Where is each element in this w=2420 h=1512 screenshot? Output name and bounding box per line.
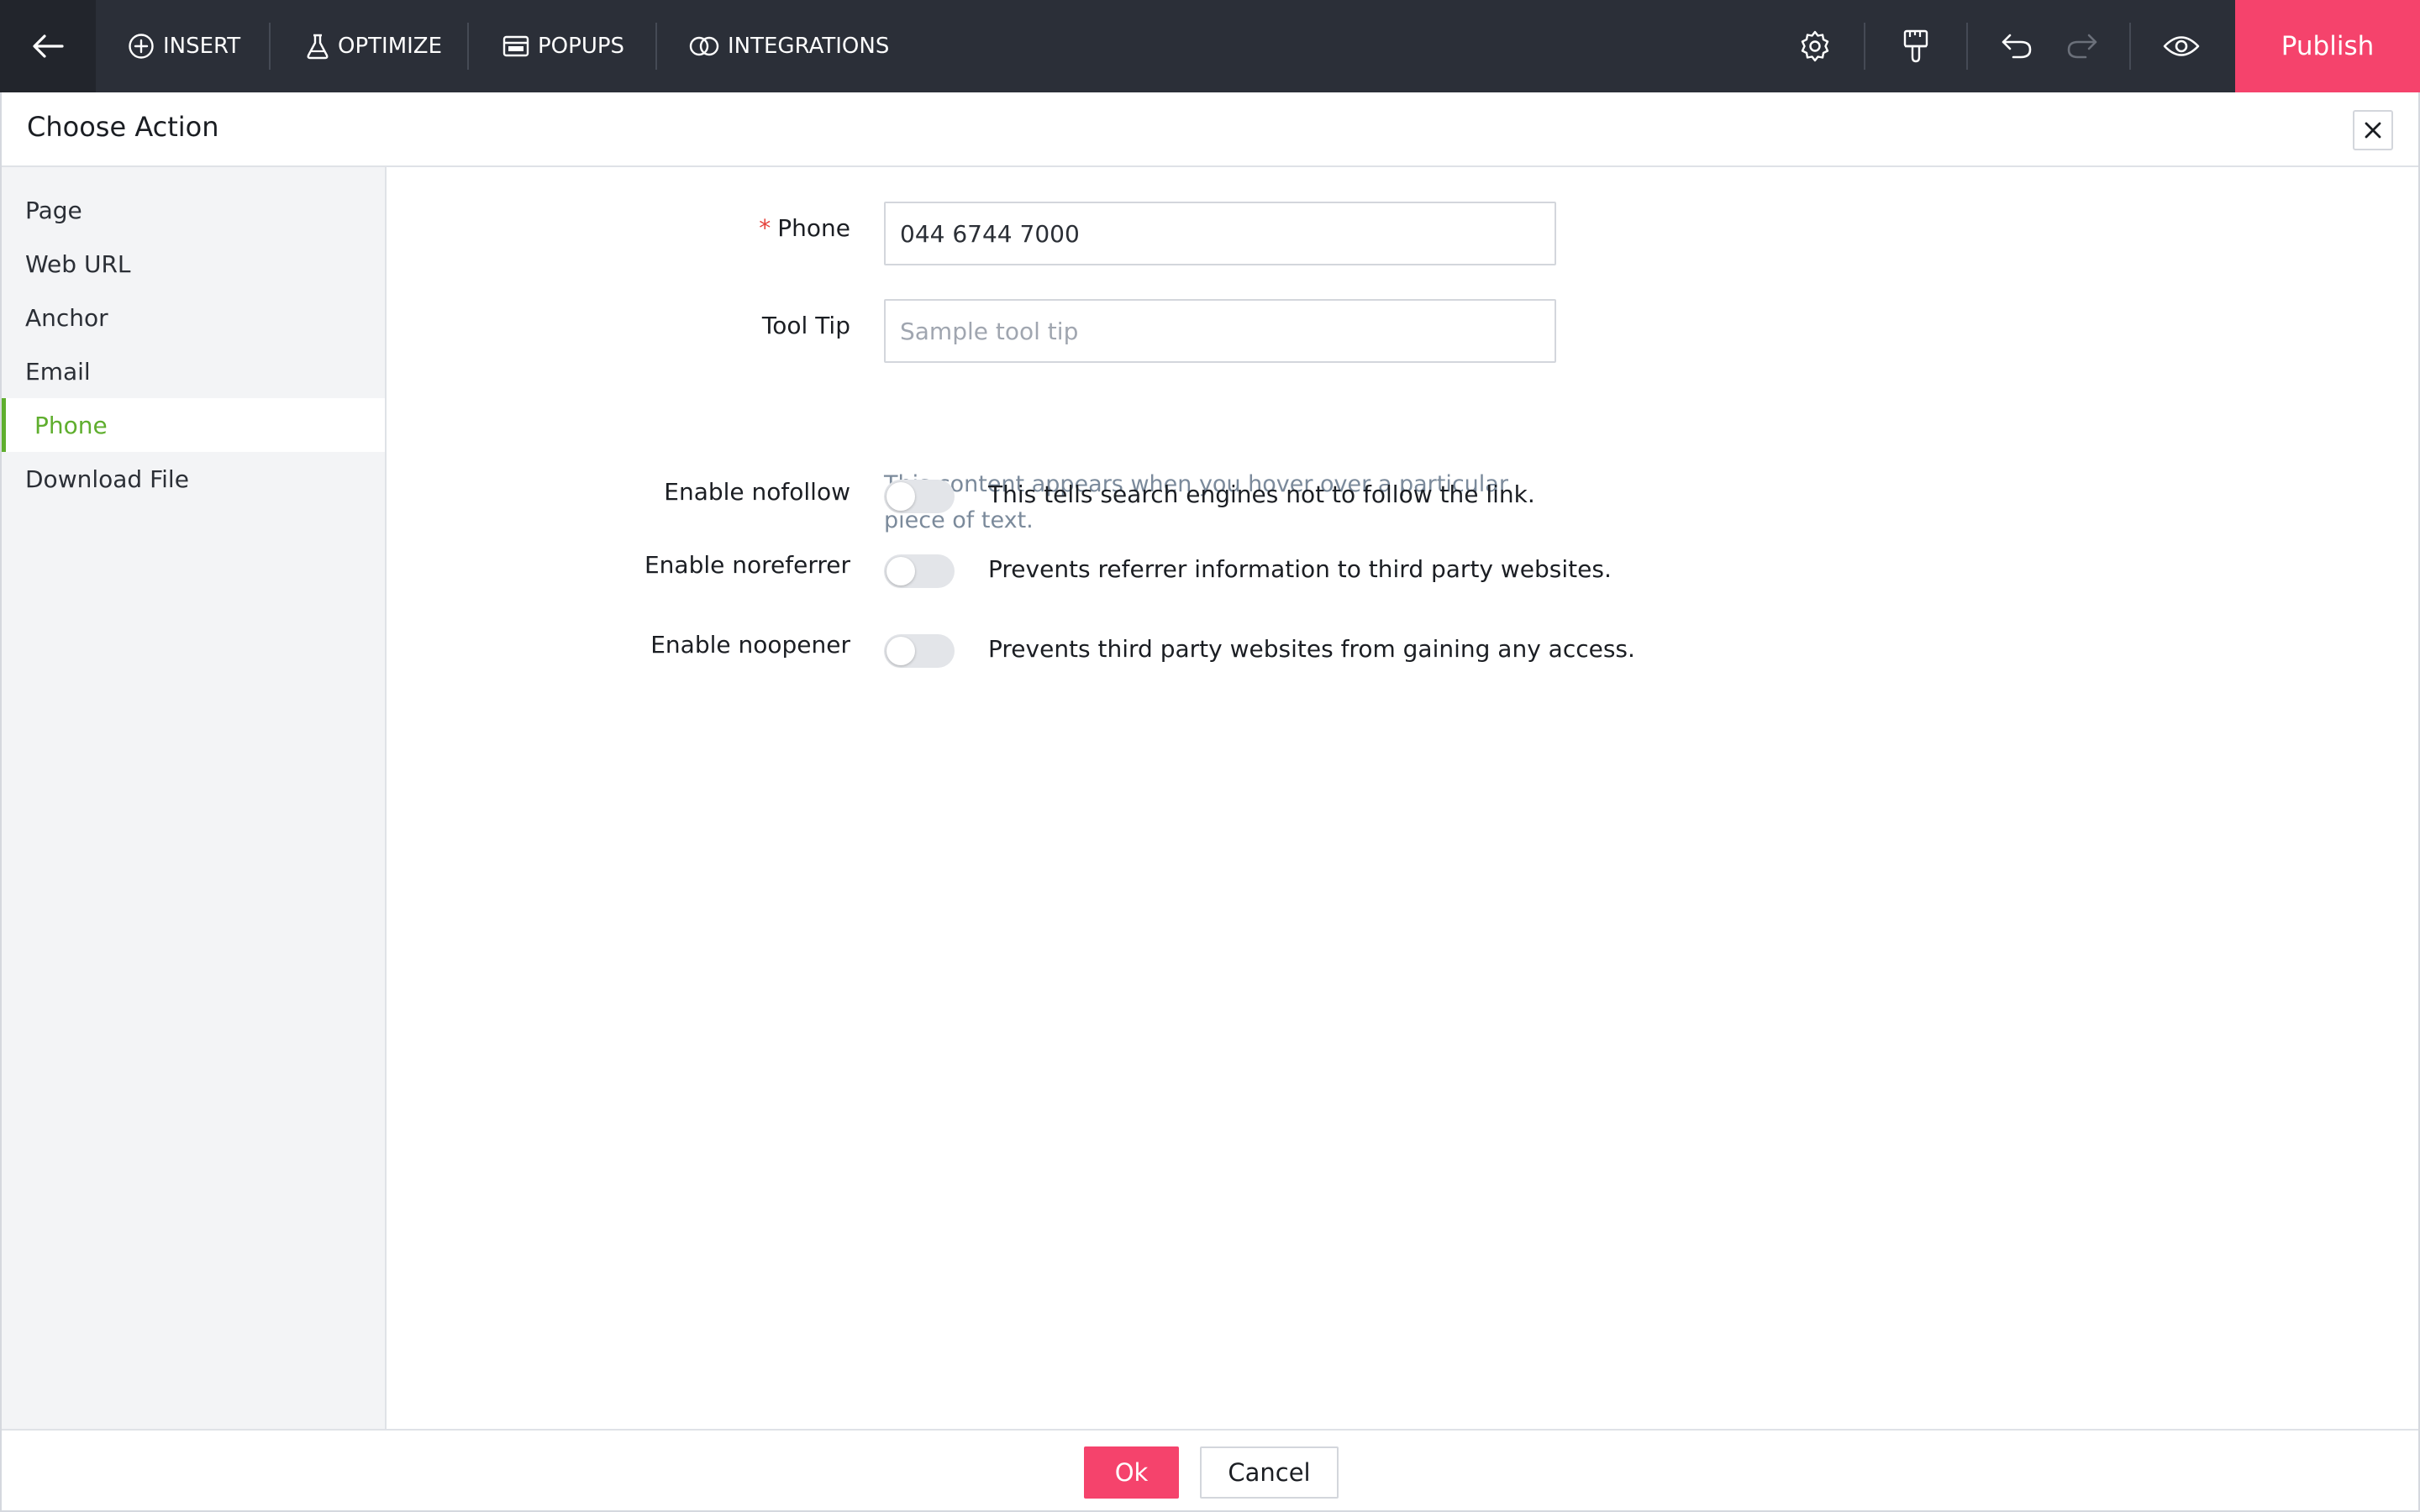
nofollow-description: This tells search engines not to follow … — [988, 480, 1535, 508]
sidebar-item-web-url[interactable]: Web URL — [2, 237, 385, 291]
paint-format-button[interactable] — [1889, 0, 1943, 92]
toolbar-divider — [269, 23, 271, 70]
eye-icon — [2163, 36, 2200, 56]
popups-menu[interactable]: POPUPS — [502, 0, 624, 92]
redo-icon — [2067, 34, 2097, 59]
close-button[interactable] — [2353, 110, 2393, 150]
top-toolbar: INSERT OPTIMIZE POPUPS INTEGRATIONS Publ… — [0, 0, 2420, 92]
dialog-header: Choose Action — [2, 92, 2418, 167]
noreferrer-toggle[interactable] — [884, 554, 955, 588]
popup-window-icon — [502, 35, 529, 57]
noopener-label: Enable noopener — [650, 631, 850, 659]
phone-input[interactable] — [884, 202, 1556, 265]
sidebar-item-email[interactable]: Email — [2, 344, 385, 398]
nofollow-toggle[interactable] — [884, 480, 955, 513]
back-arrow-icon — [33, 34, 64, 58]
publish-button[interactable]: Publish — [2235, 0, 2420, 92]
toolbar-divider — [2129, 23, 2131, 70]
paint-brush-icon — [1903, 29, 1928, 63]
toolbar-divider — [655, 23, 657, 70]
tooltip-input[interactable] — [884, 299, 1556, 363]
sidebar-item-download-file[interactable]: Download File — [2, 452, 385, 506]
phone-label-text: Phone — [777, 214, 850, 242]
back-button[interactable] — [0, 0, 96, 92]
toolbar-divider — [1864, 23, 1865, 70]
phone-label: * Phone — [514, 214, 850, 242]
toggle-knob — [886, 482, 915, 511]
integrations-rings-icon — [689, 36, 719, 56]
close-icon — [2365, 122, 2381, 139]
popups-label: POPUPS — [538, 34, 625, 59]
action-type-sidebar: Page Web URL Anchor Email Phone Download… — [2, 167, 387, 1429]
insert-label: INSERT — [163, 34, 241, 59]
integrations-label: INTEGRATIONS — [728, 34, 890, 59]
gear-icon — [1801, 30, 1829, 62]
flask-icon — [307, 34, 329, 60]
sidebar-item-phone[interactable]: Phone — [2, 398, 385, 452]
toggle-knob — [886, 557, 915, 585]
choose-action-dialog: Choose Action Page Web URL Anchor Email … — [0, 92, 2420, 1512]
dialog-title: Choose Action — [27, 111, 219, 143]
settings-button[interactable] — [1788, 0, 1842, 92]
toolbar-divider — [1966, 23, 1968, 70]
toolbar-divider — [467, 23, 469, 70]
preview-button[interactable] — [2154, 0, 2208, 92]
noopener-description: Prevents third party websites from gaini… — [988, 635, 1635, 663]
undo-button[interactable] — [1990, 0, 2044, 92]
sidebar-item-anchor[interactable]: Anchor — [2, 291, 385, 344]
noreferrer-label: Enable noreferrer — [644, 551, 850, 579]
sidebar-item-page[interactable]: Page — [2, 183, 385, 237]
required-mark: * — [759, 214, 771, 242]
undo-icon — [2002, 34, 2032, 59]
optimize-label: OPTIMIZE — [338, 34, 443, 59]
insert-menu[interactable]: INSERT — [128, 0, 240, 92]
noopener-toggle[interactable] — [884, 634, 955, 668]
redo-button[interactable] — [2055, 0, 2109, 92]
dialog-footer: Ok Cancel — [2, 1429, 2418, 1510]
noreferrer-description: Prevents referrer information to third p… — [988, 555, 1612, 583]
optimize-menu[interactable]: OPTIMIZE — [306, 0, 442, 92]
integrations-menu[interactable]: INTEGRATIONS — [689, 0, 889, 92]
cancel-button[interactable]: Cancel — [1200, 1446, 1339, 1499]
tooltip-label: Tool Tip — [761, 312, 850, 339]
ok-button[interactable]: Ok — [1084, 1446, 1179, 1499]
nofollow-label: Enable nofollow — [664, 478, 850, 506]
toggle-knob — [886, 637, 915, 665]
plus-circle-icon — [129, 34, 154, 59]
